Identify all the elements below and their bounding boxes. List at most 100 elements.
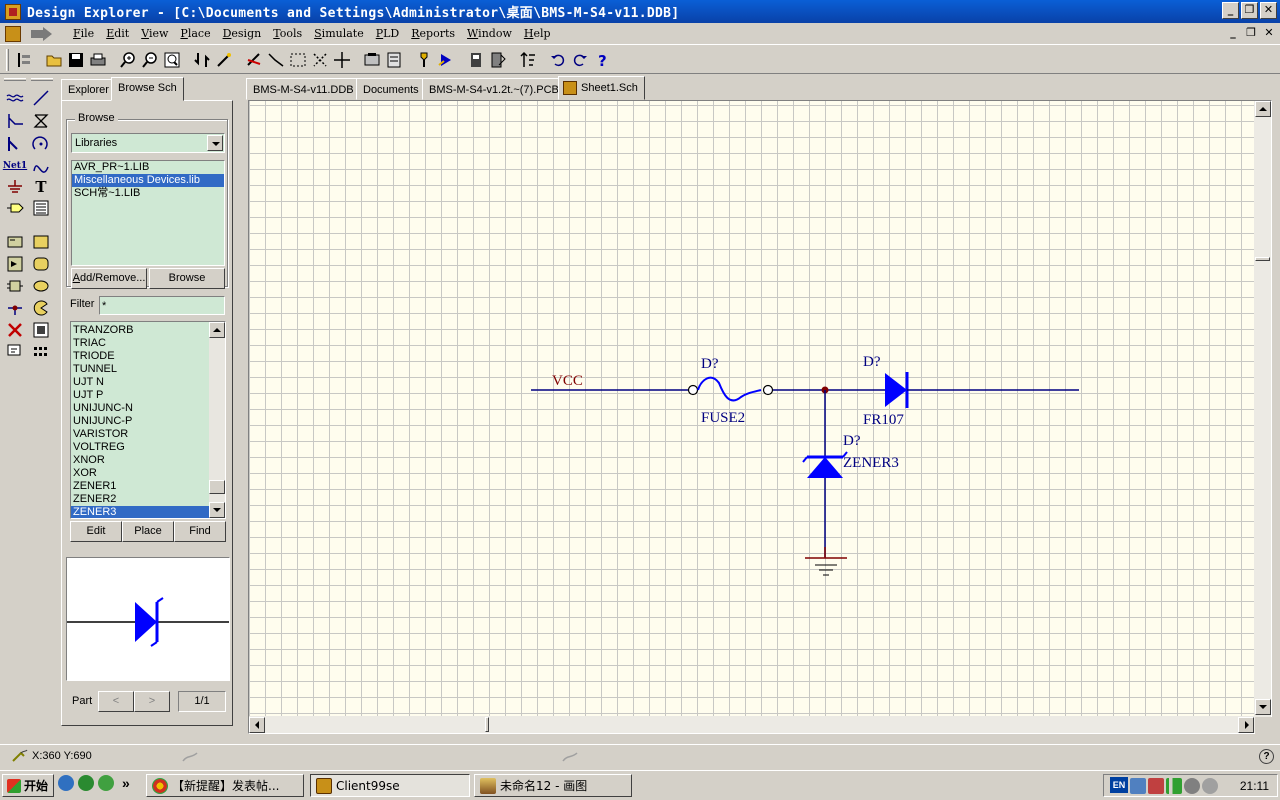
restore-button[interactable]: ❐ [1241,2,1258,19]
redo-icon[interactable] [569,49,591,71]
hierarchy-icon[interactable] [191,49,213,71]
component-list-item[interactable]: VARISTOR [71,428,209,441]
sheet-scroll-down-button[interactable] [1255,699,1271,715]
add-remove-button[interactable]: Add/Remove... [71,268,147,289]
probe-tool-icon[interactable] [4,342,26,362]
library-list-item[interactable]: AVR_PR~1.LIB [72,161,224,174]
menu-tools[interactable]: Tools [267,24,308,44]
fuse-part-label[interactable]: FUSE2 [701,410,745,426]
task-browser[interactable]: 【新提醒】发表帖... [146,774,304,797]
diode-fr107-symbol[interactable] [885,373,907,407]
place-button[interactable]: Place [122,521,174,542]
tray-monitor-icon[interactable] [1130,777,1146,794]
tray-app-icon[interactable] [1184,777,1200,794]
print-icon[interactable] [87,49,109,71]
junction-icon[interactable] [4,298,26,318]
fuse-symbol[interactable] [697,376,762,402]
edit-button[interactable]: Edit [70,521,122,542]
component-list-item[interactable]: ZENER1 [71,480,209,493]
menu-simulate[interactable]: Simulate [308,24,370,44]
minimize-button[interactable]: _ [1222,2,1239,19]
array-icon[interactable] [30,342,52,362]
menu-view[interactable]: View [135,24,174,44]
probe-icon[interactable] [413,49,435,71]
book-edit-icon[interactable] [487,49,509,71]
close-button[interactable]: ✕ [1260,2,1277,19]
document-icon[interactable] [5,25,21,42]
ie-icon[interactable] [58,775,74,791]
pcb-layout-icon[interactable] [4,320,26,340]
menu-help[interactable]: Help [518,24,557,44]
no-erc-icon[interactable] [30,111,52,131]
junction-tool-icon[interactable] [4,134,26,154]
text-frame-icon[interactable] [30,198,52,218]
rectangle-icon[interactable] [30,232,52,252]
palette-grip[interactable] [4,78,26,81]
zener-part-label[interactable]: ZENER3 [843,455,899,471]
tray-signal-icon[interactable] [1166,777,1182,794]
mdi-restore-button[interactable]: ❐ [1243,26,1259,41]
wire-icon[interactable] [265,49,287,71]
pie-icon[interactable] [30,298,52,318]
save-icon[interactable] [65,49,87,71]
ground-symbol[interactable] [805,547,847,576]
component-list-item[interactable]: UNIJUNC-N [71,402,209,415]
part-icon[interactable] [4,276,26,296]
round-rectangle-icon[interactable] [30,254,52,274]
component-list-scrollbar[interactable] [209,322,225,518]
component-list-item[interactable]: XOR [71,467,209,480]
refresh-app-icon[interactable] [98,775,114,791]
run-icon[interactable] [435,49,457,71]
mdi-close-button[interactable]: ✕ [1261,26,1277,41]
undo-icon[interactable] [547,49,569,71]
component-list-item[interactable]: UJT N [71,376,209,389]
component-list-item[interactable]: UJT P [71,389,209,402]
diode-designator[interactable]: D? [863,354,881,370]
component-list-item[interactable]: TUNNEL [71,363,209,376]
filter-input[interactable] [99,296,225,315]
tab-explorer[interactable]: Explorer [61,79,116,101]
ellipse-icon[interactable] [30,276,52,296]
design-manager-icon[interactable] [13,49,35,71]
sheet-scroll-up-button[interactable] [1255,101,1271,117]
tab-sheet1-sch[interactable]: Sheet1.Sch [558,76,645,100]
tab-ddb[interactable]: BMS-M-S4-v11.DDB [246,78,361,100]
select-box-icon[interactable] [287,49,309,71]
bezier-icon[interactable] [30,156,52,176]
sheet-scroll-right-button[interactable] [1238,717,1254,733]
qq-icon[interactable] [78,775,94,791]
tab-browse-sch[interactable]: Browse Sch [111,77,184,101]
menu-reports[interactable]: Reports [405,24,461,44]
arc-icon[interactable] [30,134,52,154]
line-icon[interactable] [30,88,52,108]
menu-window[interactable]: Window [461,24,518,44]
quick-launch-chevron[interactable]: » [122,775,130,791]
tab-pcb[interactable]: BMS-M-S4-v1.2t.~(7).PCB [422,78,566,100]
library-list[interactable]: AVR_PR~1.LIB Miscellaneous Devices.lib SCH… [71,160,225,266]
sheet-vertical-scrollbar[interactable] [1254,101,1271,717]
zener-symbol[interactable] [807,457,843,478]
scroll-thumb[interactable] [209,480,225,494]
deselect-icon[interactable] [309,49,331,71]
cut-icon[interactable] [243,49,265,71]
zoom-in-icon[interactable] [117,49,139,71]
scroll-up-button[interactable] [209,322,225,338]
power-port-icon[interactable] [4,177,26,197]
bus-icon[interactable] [4,88,26,108]
sheet-scroll-left-button[interactable] [249,717,265,733]
menu-file[interactable]: File [67,24,100,44]
browse-button[interactable]: Browse [149,268,225,289]
task-paint[interactable]: 未命名12 - 画图 [474,774,632,797]
find-button[interactable]: Find [174,521,226,542]
chevron-down-icon[interactable] [207,135,223,151]
component-list-item[interactable]: TRANZORB [71,324,209,337]
palette-grip-2[interactable] [31,78,53,81]
app-icon[interactable] [5,3,21,20]
status-help-icon[interactable]: ? [1259,749,1274,764]
part-next-button[interactable]: > [134,691,170,712]
wand-icon[interactable] [213,49,235,71]
library-list-item[interactable]: Miscellaneous Devices.lib [72,174,224,187]
net-label-icon[interactable]: Net1 [3,156,27,176]
sheet-symbol-icon[interactable] [4,232,26,252]
zoom-out-icon[interactable] [139,49,161,71]
